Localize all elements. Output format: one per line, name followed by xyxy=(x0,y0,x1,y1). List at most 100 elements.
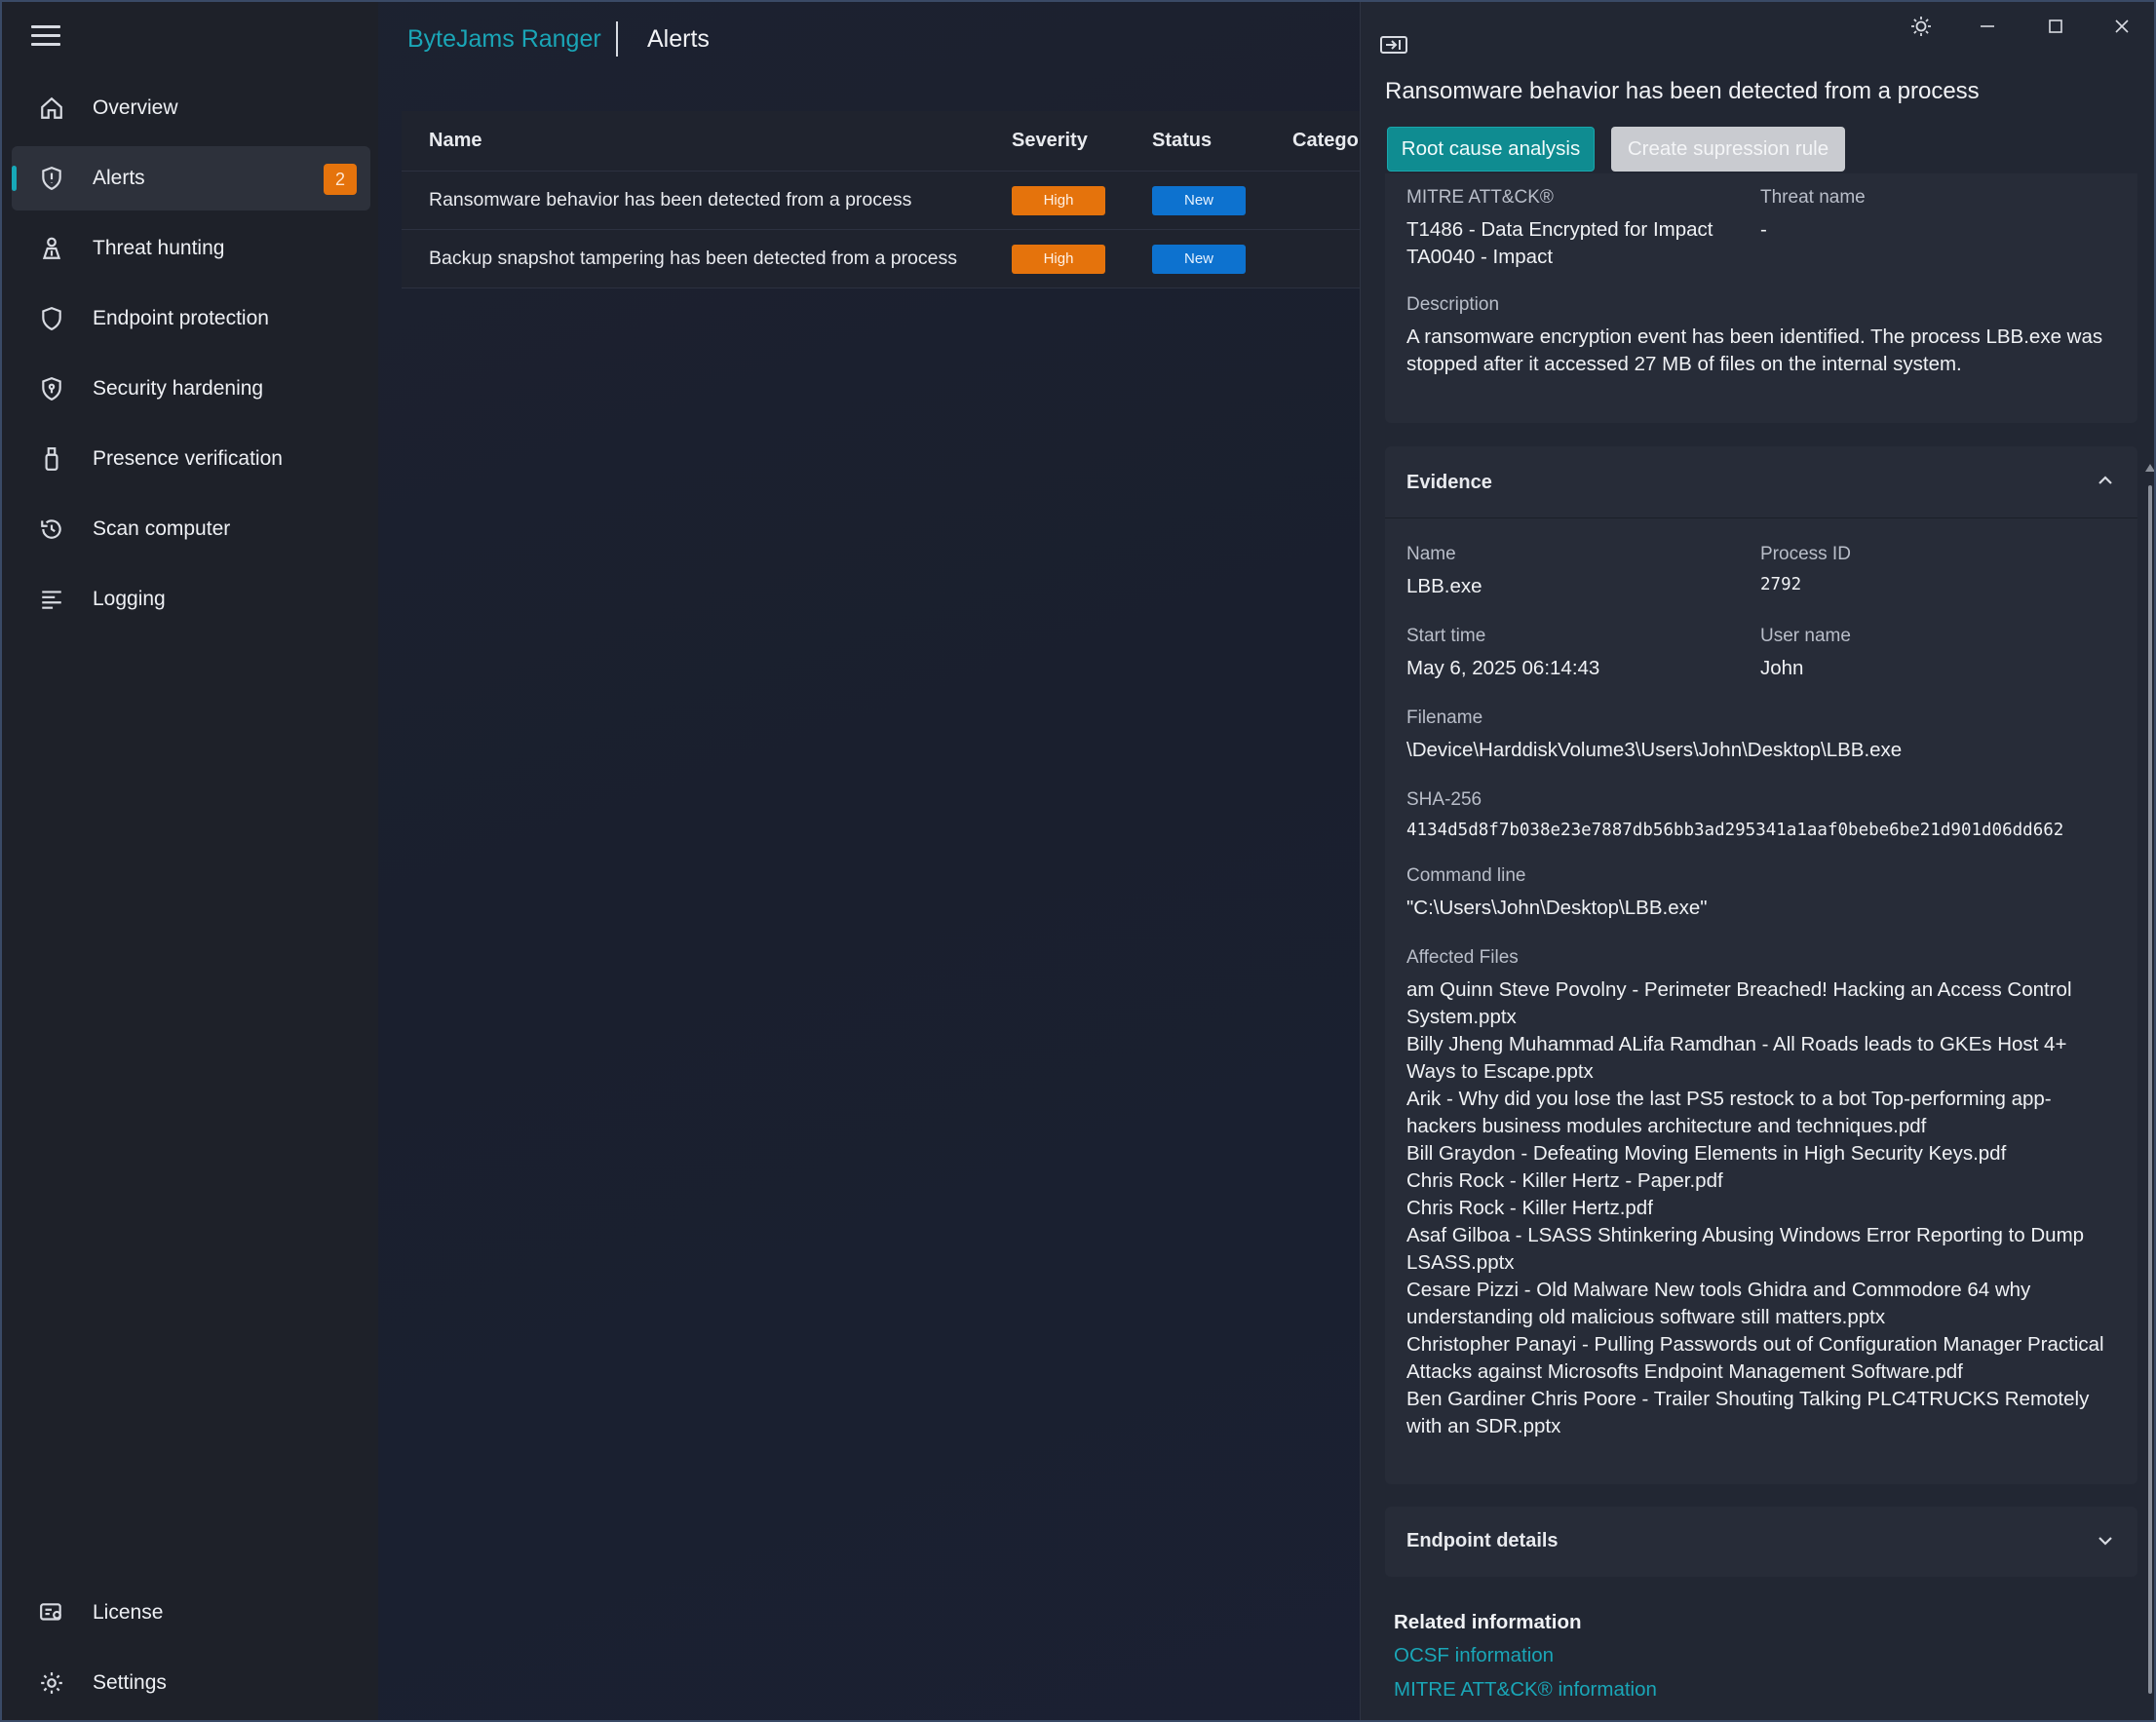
affected-file-line: Chris Rock - Killer Hertz.pdf xyxy=(1406,1197,1653,1219)
sidebar-nav: Overview Alerts 2 Threat hunting Endpoin… xyxy=(12,76,370,637)
command-line-value: "C:\Users\John\Desktop\LBB.exe" xyxy=(1406,897,1708,919)
minimize-icon[interactable] xyxy=(1973,12,2002,41)
process-name-label: Name xyxy=(1406,544,1456,564)
sidebar-item-label: Security hardening xyxy=(93,377,264,400)
affected-file-line: Christopher Panayi - Pulling Passwords o… xyxy=(1406,1333,2104,1356)
app-window: Overview Alerts 2 Threat hunting Endpoin… xyxy=(0,0,2156,1722)
affected-files-list: am Quinn Steve Povolny - Perimeter Breac… xyxy=(1406,976,2128,1440)
create-suppression-rule-button[interactable]: Create supression rule xyxy=(1611,127,1845,172)
affected-file-line: Cesare Pizzi - Old Malware New tools Ghi… xyxy=(1406,1279,2031,1301)
description-line: A ransomware encryption event has been i… xyxy=(1406,325,2103,348)
sidebar-footer: License Settings xyxy=(12,1581,370,1720)
description-label: Description xyxy=(1406,294,1500,315)
affected-file-line: with an SDR.pptx xyxy=(1406,1415,1561,1437)
table-header: Name Severity Status Categor xyxy=(402,111,1367,172)
home-icon xyxy=(34,91,69,126)
history-icon xyxy=(34,512,69,547)
severity-badge: High xyxy=(1012,244,1105,274)
list-icon xyxy=(34,582,69,617)
theme-toggle-icon[interactable] xyxy=(1906,12,1936,41)
mitre-technique: T1486 - Data Encrypted for Impact xyxy=(1406,218,1713,241)
mitre-label: MITRE ATT&CK® xyxy=(1406,187,1554,208)
affected-file-line: Ben Gardiner Chris Poore - Trailer Shout… xyxy=(1406,1388,2090,1410)
filename-value: \Device\HarddiskVolume3\Users\John\Deskt… xyxy=(1406,739,1903,761)
chevron-down-icon xyxy=(2095,1530,2116,1551)
close-icon[interactable] xyxy=(2107,12,2137,41)
sidebar-item-label: License xyxy=(93,1601,164,1624)
sidebar-item-label: Endpoint protection xyxy=(93,307,269,329)
sidebar-item-scan-computer[interactable]: Scan computer xyxy=(12,497,370,561)
maximize-icon[interactable] xyxy=(2041,12,2070,41)
title-divider xyxy=(616,21,618,57)
shield-lock-icon xyxy=(34,371,69,406)
detail-title: Ransomware behavior has been detected fr… xyxy=(1385,78,1980,104)
sha256-label: SHA-256 xyxy=(1406,789,1482,810)
affected-file-line: Attacks against Microsofts Endpoint Mana… xyxy=(1406,1360,1963,1383)
person-hunt-icon xyxy=(34,231,69,266)
chevron-up-icon xyxy=(2095,470,2116,491)
sidebar-item-presence-verification[interactable]: Presence verification xyxy=(12,427,370,491)
gear-icon xyxy=(34,1665,69,1701)
command-line-label: Command line xyxy=(1406,865,1526,886)
user-name-value: John xyxy=(1760,657,1804,679)
scrollbar-thumb[interactable] xyxy=(2148,485,2152,1694)
affected-file-line: Arik - Why did you lose the last PS5 res… xyxy=(1406,1088,2052,1110)
affected-files-label: Affected Files xyxy=(1406,947,1519,968)
user-name-label: User name xyxy=(1760,626,1851,646)
affected-file-line: Bill Graydon - Defeating Moving Elements… xyxy=(1406,1142,2007,1165)
menu-icon[interactable] xyxy=(31,25,60,51)
process-id-value: 2792 xyxy=(1760,575,1802,594)
affected-file-line: hackers business modules architecture an… xyxy=(1406,1115,1927,1137)
sidebar-item-alerts[interactable]: Alerts 2 xyxy=(12,146,370,210)
description-line: stopped after it accessed 27 MB of files… xyxy=(1406,353,1962,375)
license-icon xyxy=(34,1595,69,1630)
sha256-value: 4134d5d8f7b038e23e7887db56bb3ad295341a1a… xyxy=(1406,821,2064,840)
sidebar-item-overview[interactable]: Overview xyxy=(12,76,370,140)
affected-file-line: System.pptx xyxy=(1406,1006,1517,1028)
column-header-severity[interactable]: Severity xyxy=(1012,111,1088,171)
ocsf-information-link[interactable]: OCSF information xyxy=(1394,1644,1554,1667)
sidebar-item-label: Settings xyxy=(93,1671,167,1694)
endpoint-details-title: Endpoint details xyxy=(1406,1530,1559,1551)
mitre-card: MITRE ATT&CK® T1486 - Data Encrypted for… xyxy=(1385,173,2137,423)
column-header-status[interactable]: Status xyxy=(1152,111,1212,171)
evidence-title: Evidence xyxy=(1406,472,1492,493)
sidebar-item-threat-hunting[interactable]: Threat hunting xyxy=(12,216,370,281)
sidebar: Overview Alerts 2 Threat hunting Endpoin… xyxy=(2,2,378,1720)
page-title: Alerts xyxy=(647,25,710,53)
status-badge: New xyxy=(1152,244,1246,274)
app-title: ByteJams Ranger xyxy=(407,25,601,53)
process-id-label: Process ID xyxy=(1760,544,1851,564)
sidebar-item-endpoint-protection[interactable]: Endpoint protection xyxy=(12,287,370,351)
threat-name-value: - xyxy=(1760,218,1767,241)
affected-file-line: Ways to Escape.pptx xyxy=(1406,1060,1594,1083)
status-badge: New xyxy=(1152,185,1246,215)
table-row[interactable]: Backup snapshot tampering has been detec… xyxy=(402,230,1362,288)
scroll-up-icon[interactable] xyxy=(2145,464,2155,472)
sidebar-item-label: Logging xyxy=(93,588,166,610)
related-information-title: Related information xyxy=(1394,1611,1582,1633)
process-name-value: LBB.exe xyxy=(1406,575,1482,597)
start-time-label: Start time xyxy=(1406,626,1486,646)
root-cause-analysis-button[interactable]: Root cause analysis xyxy=(1387,127,1595,172)
affected-file-line: Asaf Gilboa - LSASS Shtinkering Abusing … xyxy=(1406,1224,2085,1246)
endpoint-details-card[interactable]: Endpoint details xyxy=(1385,1507,2137,1577)
sidebar-item-settings[interactable]: Settings xyxy=(12,1651,370,1715)
affected-file-line: LSASS.pptx xyxy=(1406,1251,1515,1274)
column-header-name[interactable]: Name xyxy=(429,111,481,171)
severity-badge: High xyxy=(1012,185,1105,215)
alert-name: Backup snapshot tampering has been detec… xyxy=(429,248,957,269)
affected-file-line: Chris Rock - Killer Hertz - Paper.pdf xyxy=(1406,1169,1723,1192)
column-header-category[interactable]: Categor xyxy=(1292,111,1367,171)
sidebar-item-license[interactable]: License xyxy=(12,1581,370,1645)
mitre-information-link[interactable]: MITRE ATT&CK® information xyxy=(1394,1678,1657,1702)
shield-alert-icon xyxy=(34,161,69,196)
table-row[interactable]: Ransomware behavior has been detected fr… xyxy=(402,172,1362,230)
sidebar-item-security-hardening[interactable]: Security hardening xyxy=(12,357,370,421)
mitre-tactic: TA0040 - Impact xyxy=(1406,246,1554,268)
sidebar-item-logging[interactable]: Logging xyxy=(12,567,370,631)
alert-name: Ransomware behavior has been detected fr… xyxy=(429,189,912,210)
affected-file-line: am Quinn Steve Povolny - Perimeter Breac… xyxy=(1406,978,2072,1001)
dock-panel-icon[interactable] xyxy=(1380,35,1407,55)
evidence-header[interactable]: Evidence xyxy=(1385,446,2137,518)
